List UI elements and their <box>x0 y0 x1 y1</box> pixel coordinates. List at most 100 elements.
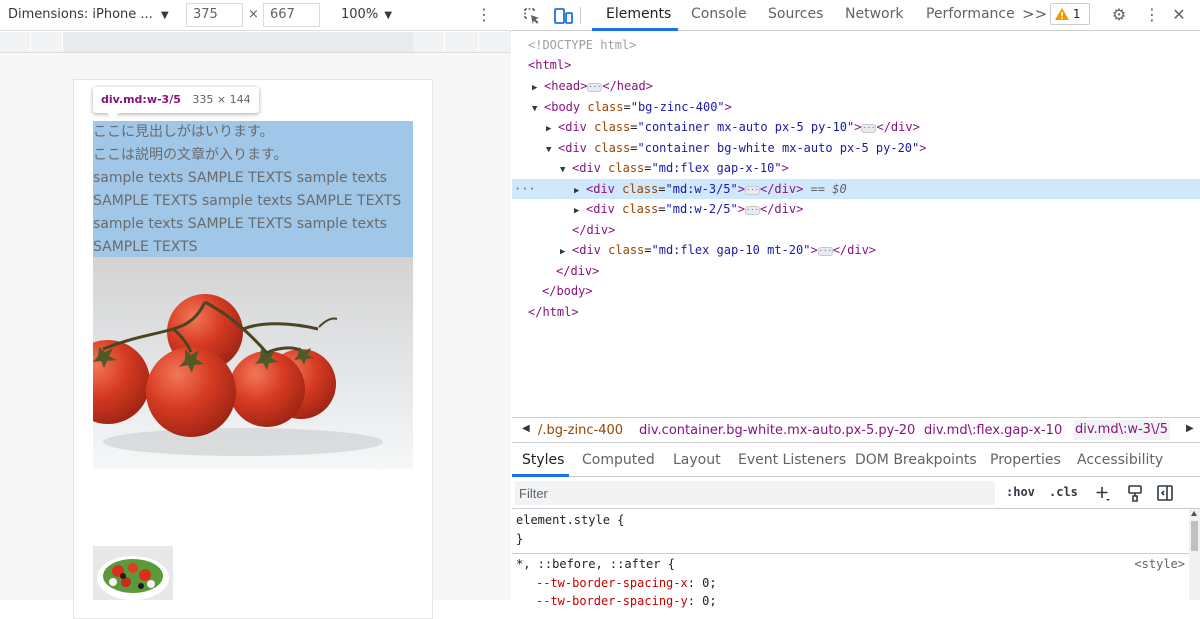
dom-node-sibling[interactable]: ▶ <div class="md:w-2/5">···</div> <box>512 199 1200 219</box>
tab-event-listeners[interactable]: Event Listeners <box>738 452 846 468</box>
css-declaration[interactable]: --tw-border-spacing-x: 0; <box>536 576 717 590</box>
tab-styles[interactable]: Styles <box>522 452 564 468</box>
collapsed-ellipsis[interactable]: ··· <box>744 186 760 195</box>
tooltip-selector: div.md:w-3/5 <box>101 93 181 106</box>
times-sign: × <box>248 7 259 22</box>
expand-triangle-icon[interactable]: ▶ <box>574 181 586 201</box>
tag-end: > <box>737 182 745 196</box>
tab-layout[interactable]: Layout <box>673 452 721 468</box>
tag-end: > <box>919 141 927 155</box>
collapse-triangle-icon[interactable]: ▼ <box>532 99 544 119</box>
cls-toggle-button[interactable]: .cls <box>1049 485 1078 499</box>
universal-selector-rule[interactable]: *, ::before, ::after { <box>516 557 675 571</box>
tab-properties[interactable]: Properties <box>990 452 1061 468</box>
new-style-rule-icon[interactable] <box>1094 483 1112 503</box>
width-input[interactable]: 375 <box>186 3 243 27</box>
breadcrumb-item[interactable]: div.container.bg-white.mx-auto.px-5.py-2… <box>639 423 915 438</box>
inspect-element-icon[interactable] <box>521 5 543 27</box>
attr-value: "md:flex gap-x-10" <box>651 161 782 175</box>
ruler-segment[interactable] <box>445 32 479 52</box>
styles-filter-input[interactable] <box>515 481 995 505</box>
body-tag: <body <box>544 100 581 114</box>
attr-name: class <box>594 120 631 134</box>
collapse-triangle-icon[interactable]: ▼ <box>560 160 572 180</box>
div-tag: <div <box>558 120 587 134</box>
tab-sources[interactable]: Sources <box>768 6 823 22</box>
expand-triangle-icon[interactable]: ▶ <box>546 119 558 139</box>
ruler-segment[interactable] <box>479 32 511 52</box>
height-input[interactable]: 667 <box>263 3 320 27</box>
collapsed-ellipsis[interactable]: ··· <box>817 247 833 256</box>
row-actions-dots-icon[interactable]: ··· <box>514 179 536 199</box>
expand-triangle-icon[interactable]: ▶ <box>560 242 572 262</box>
devtools-more-options-icon[interactable]: ⋮ <box>1142 5 1162 25</box>
device-more-options-icon[interactable]: ⋮ <box>476 4 492 26</box>
div-close-tag: </div> <box>556 264 600 278</box>
settings-gear-icon[interactable]: ⚙ <box>1109 5 1129 25</box>
expand-triangle-icon[interactable]: ▶ <box>532 78 544 98</box>
dom-node-head[interactable]: ▶ <head>···</head> <box>512 76 1200 96</box>
tab-network[interactable]: Network <box>845 6 903 22</box>
tab-dom-breakpoints[interactable]: DOM Breakpoints <box>855 452 977 468</box>
toolbar-divider <box>580 7 581 24</box>
dom-node-flex-close[interactable]: </div> <box>512 220 1200 240</box>
breadcrumb-item[interactable]: div.md\:flex.gap-x-10 <box>924 423 1062 438</box>
attr-value: "bg-zinc-400" <box>630 100 725 114</box>
breadcrumb-left-icon[interactable]: ◀ <box>522 423 530 434</box>
attr-name: class <box>608 243 645 257</box>
media-query-ruler[interactable] <box>0 32 511 53</box>
ruler-segment[interactable] <box>31 32 63 52</box>
ruler-segment[interactable] <box>0 32 31 52</box>
more-tabs-chevron-icon[interactable]: >> <box>1022 5 1047 23</box>
css-declaration[interactable]: --tw-border-spacing-y: 0; <box>536 594 717 608</box>
dom-node-container-2[interactable]: ▼ <div class="container bg-white mx-auto … <box>512 138 1200 158</box>
dimensions-select[interactable]: Dimensions: iPhone ... ▼ <box>8 7 169 22</box>
dom-node-body[interactable]: ▼ <body class="bg-zinc-400"> <box>512 97 1200 117</box>
tag-end: > <box>810 243 818 257</box>
scroll-up-arrow-icon[interactable] <box>1191 511 1197 516</box>
breadcrumb-right-icon[interactable]: ▶ <box>1186 423 1194 434</box>
collapsed-ellipsis[interactable]: ··· <box>744 206 760 215</box>
collapsed-ellipsis[interactable]: ··· <box>861 124 877 133</box>
css-property-name: --tw-border-spacing-y <box>536 594 688 608</box>
breadcrumb-item[interactable]: /.bg-zinc-400 <box>538 423 623 438</box>
tab-accessibility[interactable]: Accessibility <box>1077 452 1163 468</box>
dom-node-html-close[interactable]: </html> <box>512 302 1200 322</box>
attr-name: class <box>608 161 645 175</box>
breadcrumb-item-active[interactable]: div.md\:w-3\/5 <box>1073 420 1170 440</box>
div-tag: <div <box>586 202 615 216</box>
div-close-tag: </div> <box>876 120 920 134</box>
expand-triangle-icon[interactable]: ▶ <box>574 201 586 221</box>
collapsed-ellipsis[interactable]: ··· <box>587 83 603 92</box>
warnings-badge[interactable]: 1 <box>1050 3 1090 25</box>
tab-elements[interactable]: Elements <box>606 6 671 22</box>
tab-performance[interactable]: Performance <box>926 6 1015 22</box>
element-style-rule[interactable]: element.style { <box>516 513 624 527</box>
dom-node-body-close[interactable]: </body> <box>512 281 1200 301</box>
collapse-triangle-icon[interactable]: ▼ <box>546 140 558 160</box>
dom-node-container-2-close[interactable]: </div> <box>512 261 1200 281</box>
active-tab-indicator <box>592 28 678 31</box>
dom-node-flex[interactable]: ▼ <div class="md:flex gap-x-10"> <box>512 158 1200 178</box>
tab-console[interactable]: Console <box>691 6 747 22</box>
close-devtools-icon[interactable]: ✕ <box>1169 5 1189 25</box>
head-close-tag: </head> <box>602 79 653 93</box>
styles-scrollbar[interactable] <box>1189 509 1200 600</box>
head-open-tag: <head> <box>544 79 588 93</box>
zoom-caret-icon: ▼ <box>384 10 393 21</box>
tab-computed[interactable]: Computed <box>582 452 655 468</box>
device-toolbar-toggle-icon[interactable] <box>552 5 574 27</box>
dom-node-flex-2[interactable]: ▶ <div class="md:flex gap-10 mt-20">···</… <box>512 240 1200 260</box>
dom-node-html[interactable]: <html> <box>512 55 1200 75</box>
zoom-select[interactable]: 100% ▼ <box>341 7 392 22</box>
dom-node-doctype[interactable]: <!DOCTYPE html> <box>512 35 1200 55</box>
ruler-segment[interactable] <box>63 32 413 52</box>
scrollbar-thumb[interactable] <box>1191 521 1198 551</box>
dom-node-container-1[interactable]: ▶ <div class="container mx-auto px-5 py-1… <box>512 117 1200 137</box>
hov-toggle-button[interactable]: :hov <box>1006 485 1035 499</box>
dom-node-selected[interactable]: ··· ▶ <div class="md:w-3/5">···</div> == … <box>512 179 1200 199</box>
style-source-link[interactable]: <style> <box>1134 557 1185 571</box>
element-state-paint-icon[interactable] <box>1126 483 1144 503</box>
toggle-sidebar-icon[interactable] <box>1156 483 1174 503</box>
ruler-segment[interactable] <box>413 32 445 52</box>
